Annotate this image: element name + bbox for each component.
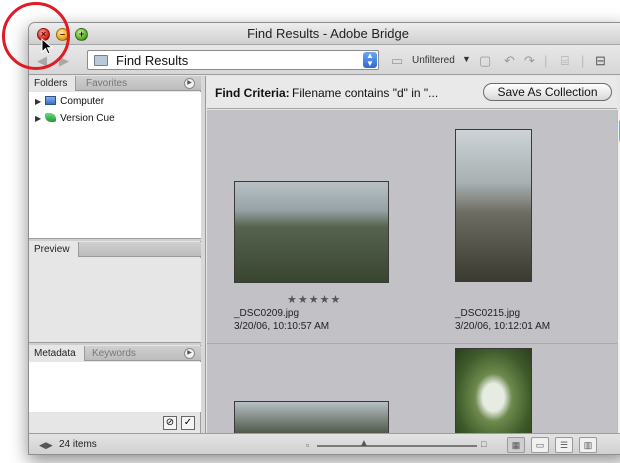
rotate-left-icon[interactable]: ↶ (504, 53, 515, 69)
thumbnail-date: 3/20/06, 10:10:57 AM (234, 321, 330, 332)
thumbnail-view-button[interactable]: ▦ (507, 437, 525, 453)
versions-view-button[interactable]: ▥ (579, 437, 597, 453)
item-count: 24 items (59, 439, 97, 450)
zoom-icon: + (78, 29, 85, 39)
trash-icon[interactable]: ⌸ (561, 53, 569, 69)
minimize-button[interactable]: – (56, 28, 69, 41)
content-area: Find Criteria: Filename contains "d" in … (207, 76, 620, 433)
tree-item-label: Computer (60, 96, 105, 107)
title-bar: × – + Find Results - Adobe Bridge (29, 23, 620, 45)
thumbnail-image[interactable] (455, 129, 532, 282)
pane-splitter[interactable] (201, 76, 206, 433)
tab-favorites[interactable]: Favorites (81, 76, 135, 91)
thumbnail-date: 3/20/06, 10:12:01 AM (455, 321, 551, 332)
panel-divider[interactable] (29, 238, 201, 241)
compact-mode-icon[interactable]: ⊟ (595, 53, 606, 69)
row-separator (207, 343, 617, 344)
tree-item-version-cue[interactable]: ▶ Version Cue (35, 112, 115, 126)
thumbnail-image[interactable] (234, 181, 389, 283)
filter-dropdown[interactable]: Unfiltered (412, 55, 455, 66)
small-thumb-icon: ▫ (306, 440, 310, 450)
path-stepper-icon[interactable]: ▲ ▼ (363, 52, 377, 68)
rating-stars[interactable]: ★★★★★ (287, 293, 341, 306)
tree-item-label: Version Cue (60, 113, 115, 124)
folders-tabstrip: Folders Favorites ▶ (29, 76, 201, 91)
preview-tabstrip: Preview (29, 242, 201, 257)
save-as-collection-button[interactable]: Save As Collection (483, 83, 612, 101)
computer-icon (45, 96, 57, 105)
bridge-window: × – + Find Results - Adobe Bridge ◀ ▶ Fi… (28, 22, 620, 455)
tab-keywords[interactable]: Keywords (87, 346, 144, 361)
status-bar: ◀▶ 24 items ▫ ▲ □ ▦ ▭ ☰ ▥ (29, 433, 620, 454)
thumbnail-size-slider[interactable] (317, 445, 477, 447)
folders-panel: ▶ Computer ▶ Version Cue (29, 92, 201, 238)
toolbar-separator-2: | (581, 53, 585, 68)
left-panel: Folders Favorites ▶ ▶ Computer ▶ Version C… (29, 76, 201, 433)
criteria-label: Find Criteria: (215, 86, 290, 100)
filter-arrow-icon: ▼ (462, 54, 471, 64)
rotate-right-icon[interactable]: ↷ (524, 53, 535, 69)
version-cue-icon (45, 113, 57, 122)
thumbnail-filename: _DSC0209.jpg (234, 308, 300, 319)
criteria-text: Filename contains "d" in "... (292, 86, 439, 100)
toolbar-separator: | (544, 53, 548, 68)
tab-preview[interactable]: Preview (29, 242, 79, 257)
panel-toggle-icon[interactable]: ◀▶ (39, 440, 53, 451)
toolbar: ◀ ▶ Find Results ▲ ▼ ▭ Unfiltered ▼ ▢ ↶ ↷… (29, 45, 620, 75)
metadata-panel (29, 362, 201, 412)
panel-menu-icon-2[interactable]: ▶ (184, 348, 195, 359)
cancel-icon[interactable]: ⊘ (163, 416, 177, 430)
thumbnail-image[interactable] (455, 348, 532, 433)
folder-icon (94, 55, 108, 66)
new-folder-icon[interactable]: ▢ (479, 53, 491, 69)
path-dropdown[interactable]: Find Results ▲ ▼ (87, 50, 379, 70)
cursor-icon (41, 38, 54, 55)
disclosure-triangle-icon[interactable]: ▶ (35, 97, 41, 106)
criteria-bar: Find Criteria: Filename contains "d" in … (207, 76, 617, 109)
zoom-button[interactable]: + (75, 28, 88, 41)
tree-item-computer[interactable]: ▶ Computer (35, 95, 104, 109)
panel-menu-icon[interactable]: ▶ (184, 78, 195, 89)
metadata-tabstrip: Metadata Keywords ▶ (29, 346, 201, 361)
preview-panel (29, 258, 201, 342)
thumbnail-grid: ★★★★★ _DSC0209.jpg 3/20/06, 10:10:57 AM … (207, 110, 617, 433)
apply-icon[interactable]: ✓ (181, 416, 195, 430)
disclosure-triangle-icon[interactable]: ▶ (35, 114, 41, 123)
details-view-button[interactable]: ☰ (555, 437, 573, 453)
filter-icon[interactable]: ▭ (391, 53, 403, 69)
path-label: Find Results (116, 53, 189, 68)
forward-button[interactable]: ▶ (59, 53, 69, 69)
large-thumb-icon: □ (481, 439, 487, 449)
thumbnail-filename: _DSC0215.jpg (455, 308, 521, 319)
filmstrip-view-button[interactable]: ▭ (531, 437, 549, 453)
tab-folders[interactable]: Folders (29, 76, 77, 91)
window-title: Find Results - Adobe Bridge (247, 26, 409, 41)
panel-divider-2[interactable] (29, 342, 201, 345)
tab-metadata[interactable]: Metadata (29, 346, 85, 361)
thumbnail-image[interactable] (234, 401, 389, 433)
slider-knob-icon[interactable]: ▲ (359, 438, 369, 449)
minimize-icon: – (59, 29, 65, 39)
